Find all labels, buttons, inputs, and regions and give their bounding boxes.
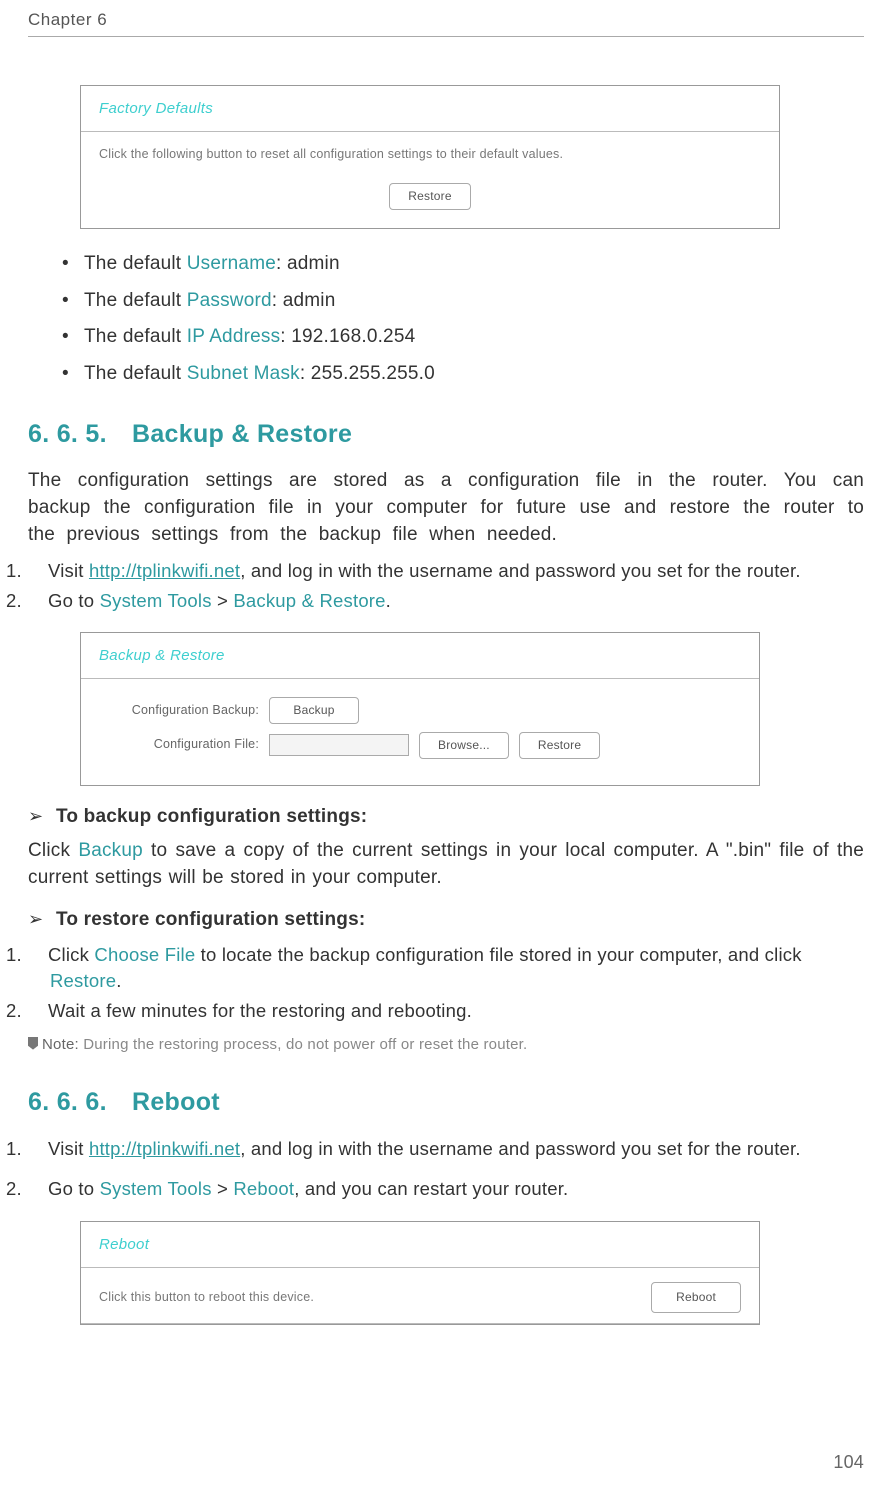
list-item: 1.Visit http://tplinkwifi.net, and log i… — [28, 558, 864, 584]
tplink-link[interactable]: http://tplinkwifi.net — [89, 1138, 240, 1159]
section-665-para: The configuration settings are stored as… — [28, 468, 864, 548]
backup-sub-heading: ➢To backup configuration settings: — [28, 804, 864, 831]
ip-label: IP Address — [187, 326, 281, 347]
backup-restore-title: Backup & Restore — [81, 633, 759, 679]
chapter-label: Chapter 6 — [28, 8, 107, 32]
list-item: •The default IP Address: 192.168.0.254 — [62, 324, 864, 351]
note: Note: During the restoring process, do n… — [28, 1034, 864, 1055]
password-label: Password — [187, 290, 272, 311]
chevron-right-icon: ➢ — [28, 804, 56, 829]
list-item: 1.Click Choose File to locate the backup… — [28, 942, 864, 994]
list-item: •The default Password: admin — [62, 288, 864, 315]
subnet-label: Subnet Mask — [187, 363, 300, 384]
list-item: •The default Username: admin — [62, 251, 864, 278]
flag-icon — [28, 1037, 38, 1050]
section-666-heading: 6. 6. 6.Reboot — [28, 1085, 864, 1120]
reboot-instruction: Click this button to reboot this device. — [99, 1289, 314, 1307]
defaults-list: •The default Username: admin •The defaul… — [28, 251, 864, 387]
chevron-right-icon: ➢ — [28, 907, 56, 932]
username-label: Username — [187, 253, 276, 274]
reboot-button[interactable]: Reboot — [651, 1282, 741, 1313]
browse-button[interactable]: Browse... — [419, 732, 509, 759]
list-item: 1.Visit http://tplinkwifi.net, and log i… — [28, 1136, 864, 1162]
backup-sub-para: Click Backup to save a copy of the curre… — [28, 838, 864, 891]
factory-defaults-instruction: Click the following button to reset all … — [99, 146, 761, 164]
list-item: •The default Subnet Mask: 255.255.255.0 — [62, 361, 864, 388]
reboot-title: Reboot — [81, 1222, 759, 1268]
reboot-panel: Reboot Click this button to reboot this … — [80, 1221, 760, 1325]
list-item: 2.Go to System Tools > Backup & Restore. — [28, 588, 864, 614]
restore-steps: 1.Click Choose File to locate the backup… — [28, 942, 864, 1024]
section-665-steps: 1.Visit http://tplinkwifi.net, and log i… — [28, 558, 864, 614]
restore-sub-heading: ➢To restore configuration settings: — [28, 907, 864, 934]
file-input[interactable] — [269, 734, 409, 756]
config-backup-row: Configuration Backup: Backup — [99, 697, 741, 724]
config-file-row: Configuration File: Browse... Restore — [99, 732, 741, 759]
section-666-steps: 1.Visit http://tplinkwifi.net, and log i… — [28, 1136, 864, 1202]
restore-file-button[interactable]: Restore — [519, 732, 600, 759]
list-item: 2.Go to System Tools > Reboot, and you c… — [28, 1176, 864, 1202]
factory-defaults-panel: Factory Defaults Click the following but… — [80, 85, 780, 229]
backup-button[interactable]: Backup — [269, 697, 359, 724]
page-header: Chapter 6 — [28, 0, 864, 37]
section-665-heading: 6. 6. 5.Backup & Restore — [28, 417, 864, 452]
page-number: 104 — [833, 1450, 864, 1475]
restore-button[interactable]: Restore — [389, 183, 470, 210]
list-item: 2.Wait a few minutes for the restoring a… — [28, 998, 864, 1024]
backup-restore-panel: Backup & Restore Configuration Backup: B… — [80, 632, 760, 786]
factory-defaults-title: Factory Defaults — [81, 86, 779, 132]
tplink-link[interactable]: http://tplinkwifi.net — [89, 560, 240, 581]
